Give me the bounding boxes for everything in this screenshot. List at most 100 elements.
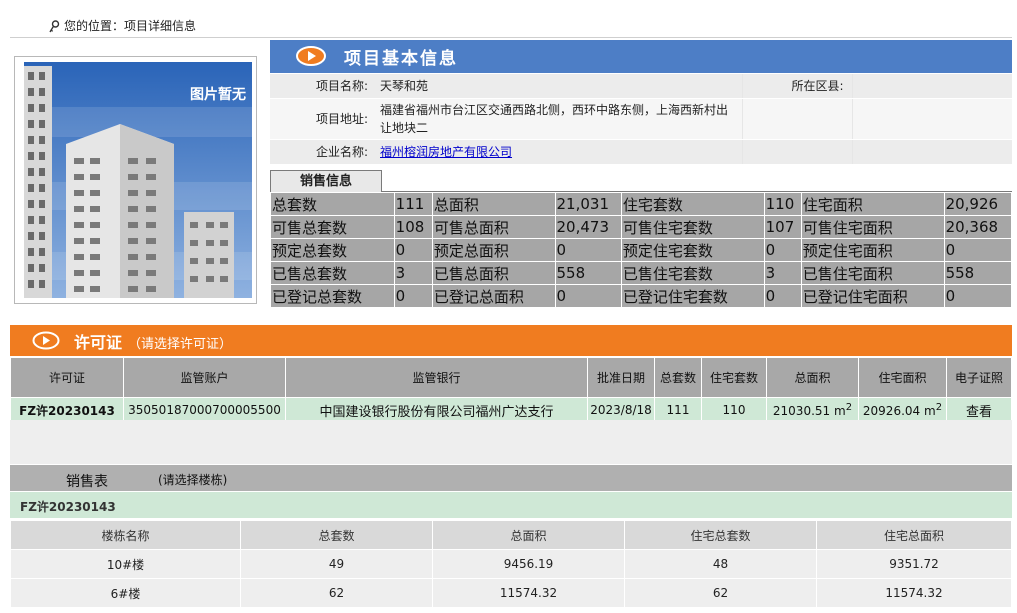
sales-metric-label: 可售住宅套数 <box>621 216 764 238</box>
permit-col-header: 批准日期 <box>588 358 654 397</box>
permit-col-header: 监管账户 <box>124 358 285 397</box>
sales-metric-label: 住宅套数 <box>621 193 764 215</box>
area-unit-sup: 2 <box>845 402 853 413</box>
permit-col-header: 许可证 <box>11 358 123 397</box>
sales-metric-label: 已售总套数 <box>271 262 394 284</box>
sales-metric-label: 总套数 <box>271 193 394 215</box>
permit-res-units: 110 <box>702 398 766 422</box>
sales-metric-label: 已登记住宅套数 <box>621 285 764 307</box>
permit-total-units: 111 <box>655 398 701 422</box>
tab-sales-info[interactable]: 销售信息 <box>270 170 382 192</box>
sales-metric-value: 0 <box>394 239 432 261</box>
permit-col-header: 总面积 <box>767 358 858 397</box>
supervision-account: 35050187000700005500 <box>124 398 285 422</box>
sales-metric-label: 预定住宅面积 <box>801 239 944 261</box>
permit-res-area: 20926.04 m2 <box>859 398 946 422</box>
sales-metric-label: 预定总面积 <box>432 239 555 261</box>
sales-grid-body: 总套数 111 总面积 21,031 住宅套数 110 住宅面积 20,926 可售总套数 108… <box>271 193 1011 307</box>
sales-metric-value: 3 <box>764 262 801 284</box>
sales-metric-value: 0 <box>555 285 621 307</box>
sales-metric-label: 预定住宅套数 <box>621 239 764 261</box>
sales-metric-label: 可售住宅面积 <box>801 216 944 238</box>
play-circle-icon <box>32 331 60 350</box>
area-unit: m <box>834 404 846 418</box>
area-unit-sup: 2 <box>935 402 943 413</box>
breadcrumb-current: 项目详细信息 <box>124 19 197 33</box>
sales-table-hint: (请选择楼栋) <box>158 473 228 487</box>
building-name[interactable]: 6#楼 <box>11 579 240 607</box>
sales-metric-value: 558 <box>944 262 1011 284</box>
sales-metric-value: 3 <box>394 262 432 284</box>
sales-metric-value: 0 <box>764 239 801 261</box>
sales-grid-row: 已登记总套数 0 已登记总面积 0 已登记住宅套数 0 已登记住宅面积 0 <box>271 285 1011 307</box>
project-name-value: 天琴和苑 <box>376 74 742 99</box>
project-address-value: 福建省福州市台江区交通西路北侧，西环中路东侧，上海西新村出让地块二 <box>376 98 742 140</box>
building-col-header: 总套数 <box>241 521 432 549</box>
basic-info-title: 项目基本信息 <box>344 49 458 69</box>
sales-metric-value: 20,473 <box>555 216 621 238</box>
sales-metric-label: 总面积 <box>432 193 555 215</box>
sales-metric-value: 20,926 <box>944 193 1011 215</box>
sales-metric-label: 已登记总面积 <box>432 285 555 307</box>
sales-metric-value: 21,031 <box>555 193 621 215</box>
permit-spacer <box>10 420 1012 464</box>
sales-info-grid: 总套数 111 总面积 21,031 住宅套数 110 住宅面积 20,926 可售总套数 108… <box>270 192 1012 308</box>
permit-col-header: 住宅面积 <box>859 358 946 397</box>
project-name-label: 项目名称: <box>270 74 376 99</box>
building-total-units: 49 <box>241 550 432 578</box>
sales-metric-value: 0 <box>944 285 1011 307</box>
building-res-units: 48 <box>625 550 816 578</box>
permit-total-area: 21030.51 m2 <box>767 398 858 422</box>
permit-number[interactable]: FZ许20230143 <box>11 398 123 422</box>
project-address-label: 项目地址: <box>270 98 376 140</box>
building-total-units: 62 <box>241 579 432 607</box>
district-label: 所在区县: <box>741 74 852 99</box>
sales-metric-label: 可售总面积 <box>432 216 555 238</box>
breadcrumb-label: 您的位置： <box>64 19 125 33</box>
breadcrumb-divider <box>10 37 1012 38</box>
building-row[interactable]: 6#楼 62 11574.32 62 11574.32 <box>11 579 1011 607</box>
sales-metric-label: 住宅面积 <box>801 193 944 215</box>
sales-metric-label: 可售总套数 <box>271 216 394 238</box>
sales-metric-value: 108 <box>394 216 432 238</box>
building-header-row: 楼栋名称 总套数 总面积 住宅总套数 住宅总面积 <box>11 521 1011 549</box>
sales-metric-value: 558 <box>555 262 621 284</box>
permit-table: 许可证 监管账户 监管银行 批准日期 总套数 住宅套数 总面积 住宅面积 电子证… <box>10 357 1012 423</box>
basic-info-table: 项目名称: 天琴和苑 所在区县: 项目地址: 福建省福州市台江区交通西路北侧，西… <box>270 74 1012 165</box>
sales-metric-value: 110 <box>764 193 801 215</box>
sales-metric-value: 20,368 <box>944 216 1011 238</box>
building-res-area: 9351.72 <box>817 550 1011 578</box>
company-link[interactable]: 福州榕润房地产有限公司 <box>380 145 512 159</box>
breadcrumb: 您的位置：项目详细信息 <box>48 16 196 36</box>
sales-metric-value: 0 <box>394 285 432 307</box>
sales-metric-label: 已售住宅套数 <box>621 262 764 284</box>
building-res-units: 62 <box>625 579 816 607</box>
sales-grid-row: 总套数 111 总面积 21,031 住宅套数 110 住宅面积 20,926 <box>271 193 1011 215</box>
sales-metric-value: 107 <box>764 216 801 238</box>
sales-metric-value: 111 <box>394 193 432 215</box>
sales-metric-value: 0 <box>555 239 621 261</box>
district-value <box>851 74 1012 99</box>
building-name[interactable]: 10#楼 <box>11 550 240 578</box>
selected-permit-bar: FZ许20230143 <box>10 492 1012 518</box>
play-circle-icon <box>296 46 326 66</box>
permit-row[interactable]: FZ许20230143 35050187000700005500 中国建设银行股… <box>11 398 1011 422</box>
permit-total-area-value: 21030.51 <box>772 404 831 418</box>
sales-metric-value: 0 <box>764 285 801 307</box>
building-col-header: 住宅总套数 <box>625 521 816 549</box>
view-certificate-link[interactable]: 查看 <box>947 398 1011 422</box>
permit-col-header: 住宅套数 <box>702 358 766 397</box>
permit-col-header: 监管银行 <box>286 358 587 397</box>
supervision-bank: 中国建设银行股份有限公司福州广达支行 <box>286 398 587 422</box>
building-row[interactable]: 10#楼 49 9456.19 48 9351.72 <box>11 550 1011 578</box>
permit-header-row: 许可证 监管账户 监管银行 批准日期 总套数 住宅套数 总面积 住宅面积 电子证… <box>11 358 1011 397</box>
sales-grid-row: 预定总套数 0 预定总面积 0 预定住宅套数 0 预定住宅面积 0 <box>271 239 1011 261</box>
sales-table-header: 销售表 (请选择楼栋) <box>10 465 1012 491</box>
sales-metric-label: 已售总面积 <box>432 262 555 284</box>
sales-metric-label: 已登记总套数 <box>271 285 394 307</box>
permit-subtitle: （请选择许可证） <box>128 337 233 352</box>
building-res-area: 11574.32 <box>817 579 1011 607</box>
building-table: 楼栋名称 总套数 总面积 住宅总套数 住宅总面积 10#楼 49 9456.19… <box>10 520 1012 608</box>
basic-info-header: 项目基本信息 <box>270 40 1012 73</box>
company-label: 企业名称: <box>270 139 376 165</box>
